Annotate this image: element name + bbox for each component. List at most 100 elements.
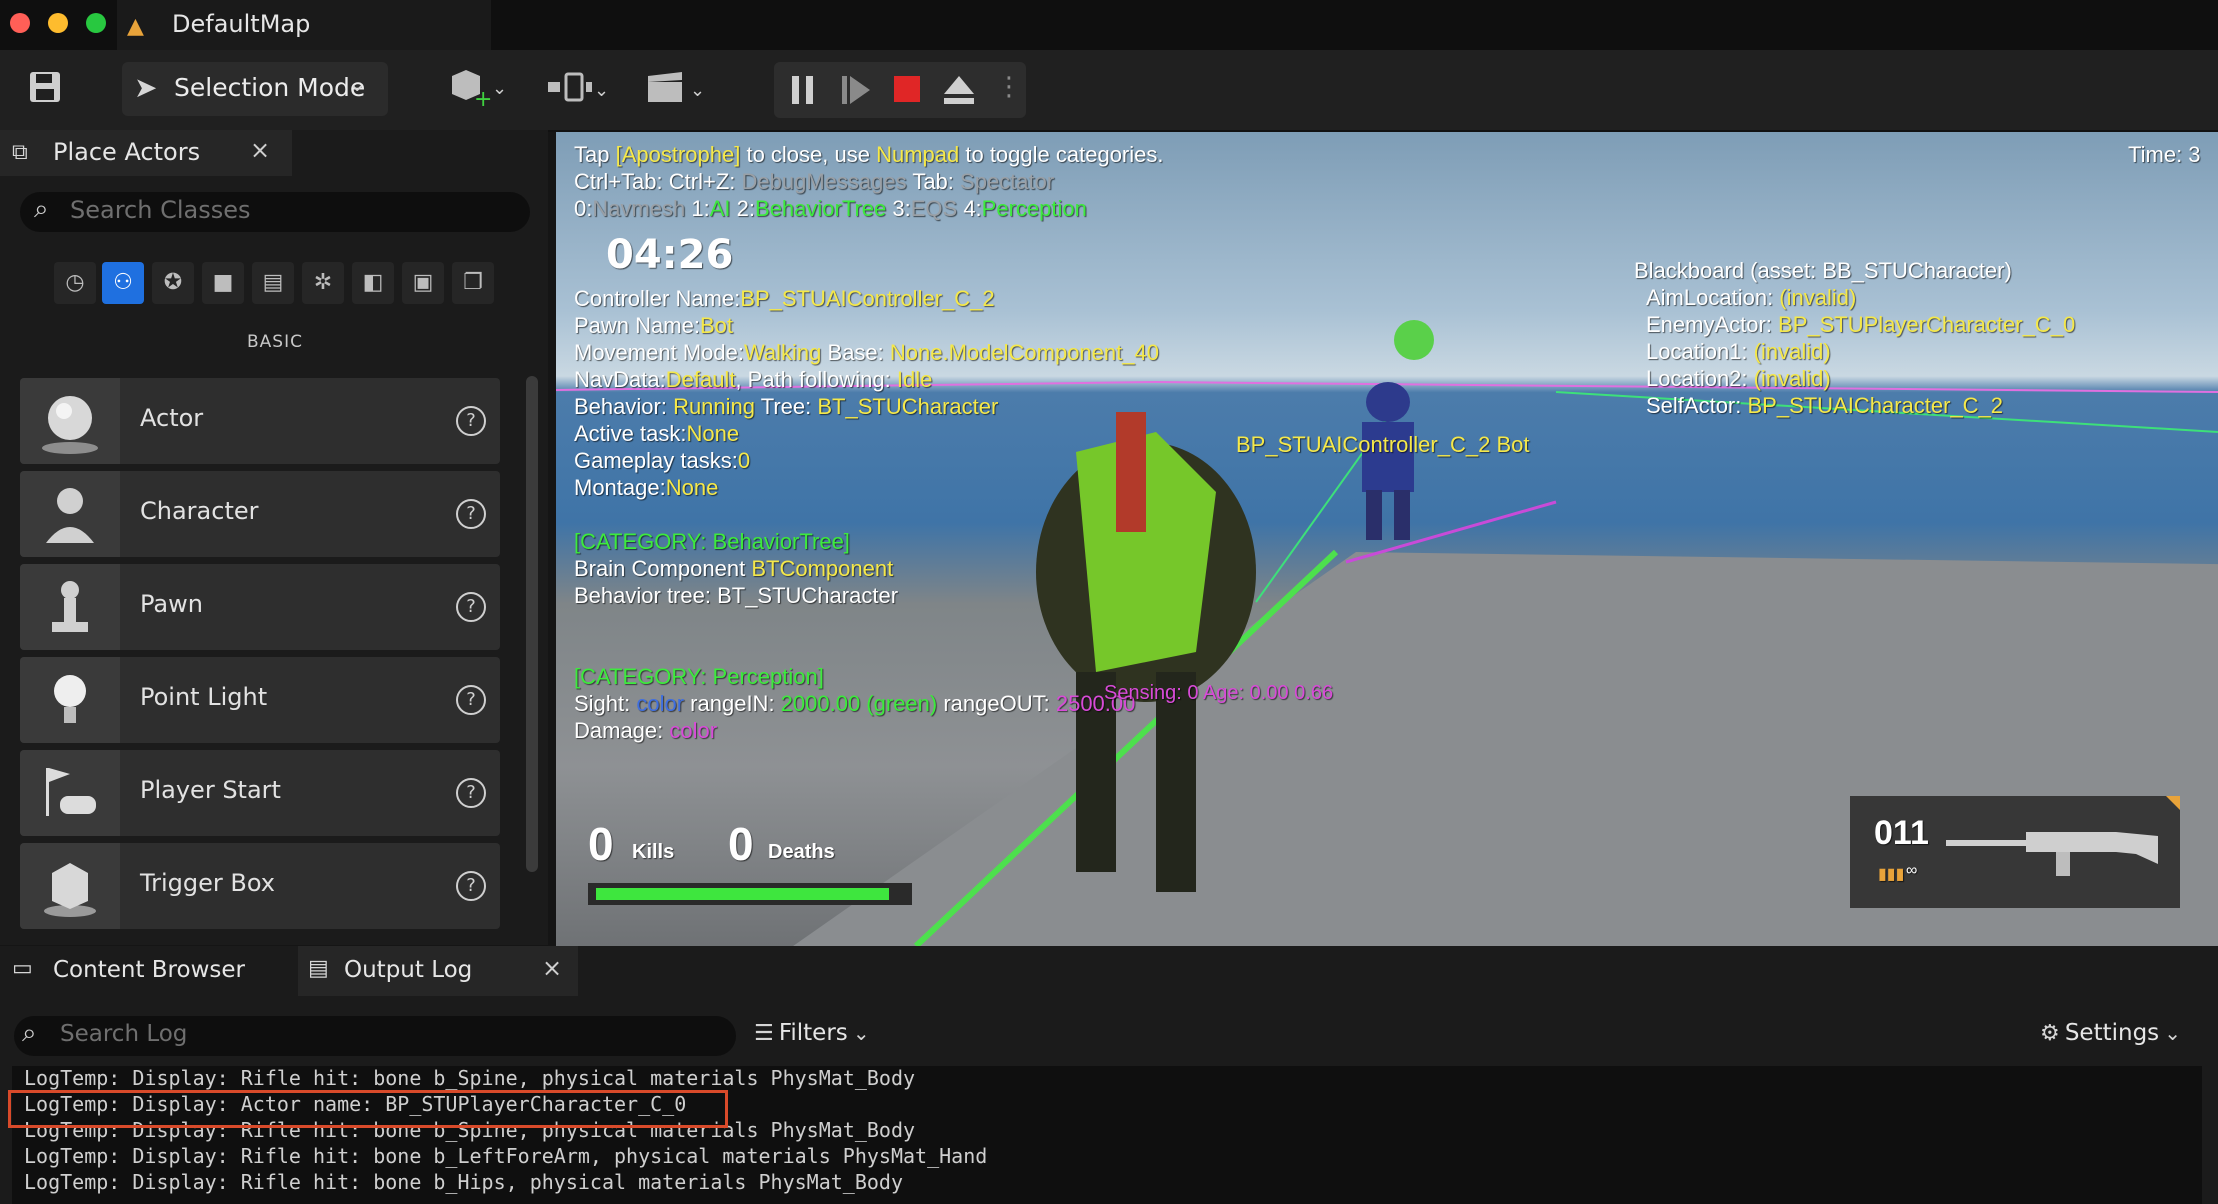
game-viewport[interactable]: Tap [Apostrophe] to close, use Numpad to…	[556, 132, 2218, 946]
settings-dropdown[interactable]: ⚙ Settings ⌄	[2040, 1020, 2181, 1046]
help-icon[interactable]: ?	[456, 499, 486, 529]
shapes-category-icon[interactable]: ■	[202, 262, 244, 304]
log-line: LogTemp: Display: Rifle hit: bone b_Hips…	[24, 1170, 903, 1194]
filters-label: Filters	[778, 1020, 848, 1046]
stop-icon[interactable]	[892, 74, 922, 108]
actor-item-trigger-box[interactable]: Trigger Box ?	[20, 843, 500, 929]
folder-icon: ▭	[12, 956, 33, 981]
chevron-down-icon: ⌄	[348, 72, 367, 97]
svg-text:⌄: ⌄	[594, 80, 609, 101]
add-actor-icon[interactable]: + ⌄	[448, 68, 510, 115]
hud-behavior-tree: Behavior tree: BT_STUCharacter	[574, 583, 899, 608]
more-options-icon[interactable]: ⋮	[996, 72, 1022, 102]
tab-content-browser-label: Content Browser	[53, 957, 245, 983]
hud-pawn-name: Pawn Name:Bot	[574, 313, 733, 338]
tab-place-actors-label: Place Actors	[53, 138, 201, 166]
actor-item-character[interactable]: Character ?	[20, 471, 500, 557]
help-icon[interactable]: ?	[456, 685, 486, 715]
hud-blackboard-row: EnemyActor: BP_STUPlayerCharacter_C_0	[1646, 312, 2076, 337]
character-icon	[20, 471, 120, 557]
actor-item-label: Character	[140, 497, 259, 525]
bot-head-marker	[1394, 320, 1434, 360]
actor-item-point-light[interactable]: Point Light ?	[20, 657, 500, 743]
pawn-icon	[20, 564, 120, 650]
place-actors-icon: ⧉	[12, 140, 28, 165]
save-icon[interactable]	[28, 70, 62, 111]
hud-sight: Sight: color rangeIN: 2000.00 (green) ra…	[574, 691, 1136, 716]
help-icon[interactable]: ?	[456, 778, 486, 808]
ammo-clips-icon: ▮▮▮	[1878, 866, 1905, 883]
hud-navdata: NavData:Default, Path following: Idle	[574, 367, 933, 392]
step-frame-icon[interactable]	[840, 74, 872, 110]
hud-bt-category: [CATEGORY: BehaviorTree]	[574, 529, 850, 554]
help-icon[interactable]: ?	[456, 871, 486, 901]
filters-dropdown[interactable]: ☰ Filters ⌄	[754, 1020, 870, 1046]
hud-blackboard-row: AimLocation: (invalid)	[1646, 285, 1857, 310]
selection-mode-dropdown[interactable]: ➤ Selection Mode ⌄	[122, 62, 388, 116]
hud-blackboard-title: Blackboard (asset: BB_STUCharacter)	[1634, 258, 2012, 283]
eject-icon[interactable]	[942, 74, 976, 110]
title-bar: ▲ DefaultMap	[0, 0, 2218, 50]
lights-category-icon[interactable]: ✪	[152, 262, 194, 304]
hud-help-line: Tap [Apostrophe] to close, use Numpad to…	[574, 142, 1164, 167]
kills-count: 0	[588, 818, 614, 870]
pause-icon[interactable]	[790, 74, 816, 110]
actor-item-pawn[interactable]: Pawn ?	[20, 564, 500, 650]
trigger-box-icon	[20, 843, 120, 929]
actor-item-label: Point Light	[140, 683, 268, 711]
place-actors-scrollbar[interactable]	[526, 376, 538, 872]
tab-place-actors[interactable]: ⧉ Place Actors ×	[0, 130, 292, 176]
hud-blackboard-row: Location2: (invalid)	[1646, 366, 1831, 391]
weapon-panel: 011 ▮▮▮ ∞	[1850, 796, 2180, 908]
place-actors-panel: ⧉ Place Actors × ⌕ Search Classes ◷ ⚇ ✪ …	[0, 130, 548, 945]
cinematic-category-icon[interactable]: ▤	[252, 262, 294, 304]
unreal-level-icon: ▲	[127, 14, 144, 39]
hud-brain-component: Brain Component BTComponent	[574, 556, 894, 581]
volumes-category-icon[interactable]: ▣	[402, 262, 444, 304]
filter-icon: ☰	[754, 1021, 774, 1046]
tab-output-log-label: Output Log	[344, 957, 473, 983]
bot-name-label: BP_STUAIController_C_2 Bot	[1236, 432, 1530, 457]
search-log-input[interactable]: ⌕ Search Log	[14, 1016, 736, 1056]
hud-montage: Montage:None	[574, 475, 719, 500]
hud-shortcuts-line: Ctrl+Tab: Ctrl+Z: DebugMessages Tab: Spe…	[574, 169, 1055, 194]
actor-item-player-start[interactable]: Player Start ?	[20, 750, 500, 836]
ammo-reserve: ∞	[1906, 862, 1918, 879]
tab-output-log[interactable]: ▤ Output Log ×	[298, 946, 578, 996]
close-icon[interactable]: ×	[542, 954, 562, 982]
deaths-count: 0	[728, 818, 754, 870]
visual-effects-category-icon[interactable]: ✲	[302, 262, 344, 304]
level-tab[interactable]: ▲ DefaultMap	[117, 0, 491, 50]
ammo-count: 011	[1874, 814, 1929, 852]
actor-item-actor[interactable]: Actor ?	[20, 378, 500, 464]
category-bar: ◷ ⚇ ✪ ■ ▤ ✲ ◧ ▣ ❐	[48, 262, 508, 312]
rifle-icon	[1946, 832, 2158, 876]
help-icon[interactable]: ?	[456, 592, 486, 622]
cinematics-icon[interactable]: ⌄	[646, 70, 710, 113]
tab-content-browser[interactable]: ▭ Content Browser	[0, 946, 290, 996]
player-start-icon	[20, 750, 120, 836]
minimize-window-button[interactable]	[48, 13, 68, 33]
blueprint-icon[interactable]: ⌄	[546, 70, 610, 113]
help-icon[interactable]: ?	[456, 406, 486, 436]
main-toolbar: ➤ Selection Mode ⌄ + ⌄ ⌄ ⌄ ⋮	[0, 50, 2218, 132]
basic-category-icon[interactable]: ⚇	[102, 262, 144, 304]
hud-gameplay-tasks: Gameplay tasks:0	[574, 448, 751, 473]
geometry-category-icon[interactable]: ◧	[352, 262, 394, 304]
search-classes-placeholder: Search Classes	[70, 196, 251, 224]
close-icon[interactable]: ×	[250, 136, 270, 164]
hud-active-task: Active task:None	[574, 421, 740, 446]
chevron-down-icon: ⌄	[852, 1021, 870, 1045]
output-log-area[interactable]: LogTemp: Display: Rifle hit: bone b_Spin…	[12, 1066, 2202, 1204]
hud-damage: Damage: color	[574, 718, 718, 743]
close-window-button[interactable]	[10, 13, 30, 33]
player-character	[1036, 412, 1256, 892]
recent-icon[interactable]: ◷	[54, 262, 96, 304]
hud-categories-line: 0:Navmesh 1:AI 2:BehaviorTree 3:EQS 4:Pe…	[574, 196, 1087, 221]
hud-perception-category: [CATEGORY: Perception]	[574, 664, 824, 689]
gear-icon: ⚙	[2040, 1021, 2060, 1046]
search-classes-input[interactable]: ⌕ Search Classes	[20, 192, 530, 232]
all-classes-category-icon[interactable]: ❐	[452, 262, 494, 304]
maximize-window-button[interactable]	[86, 13, 106, 33]
sphere-icon	[20, 378, 120, 464]
